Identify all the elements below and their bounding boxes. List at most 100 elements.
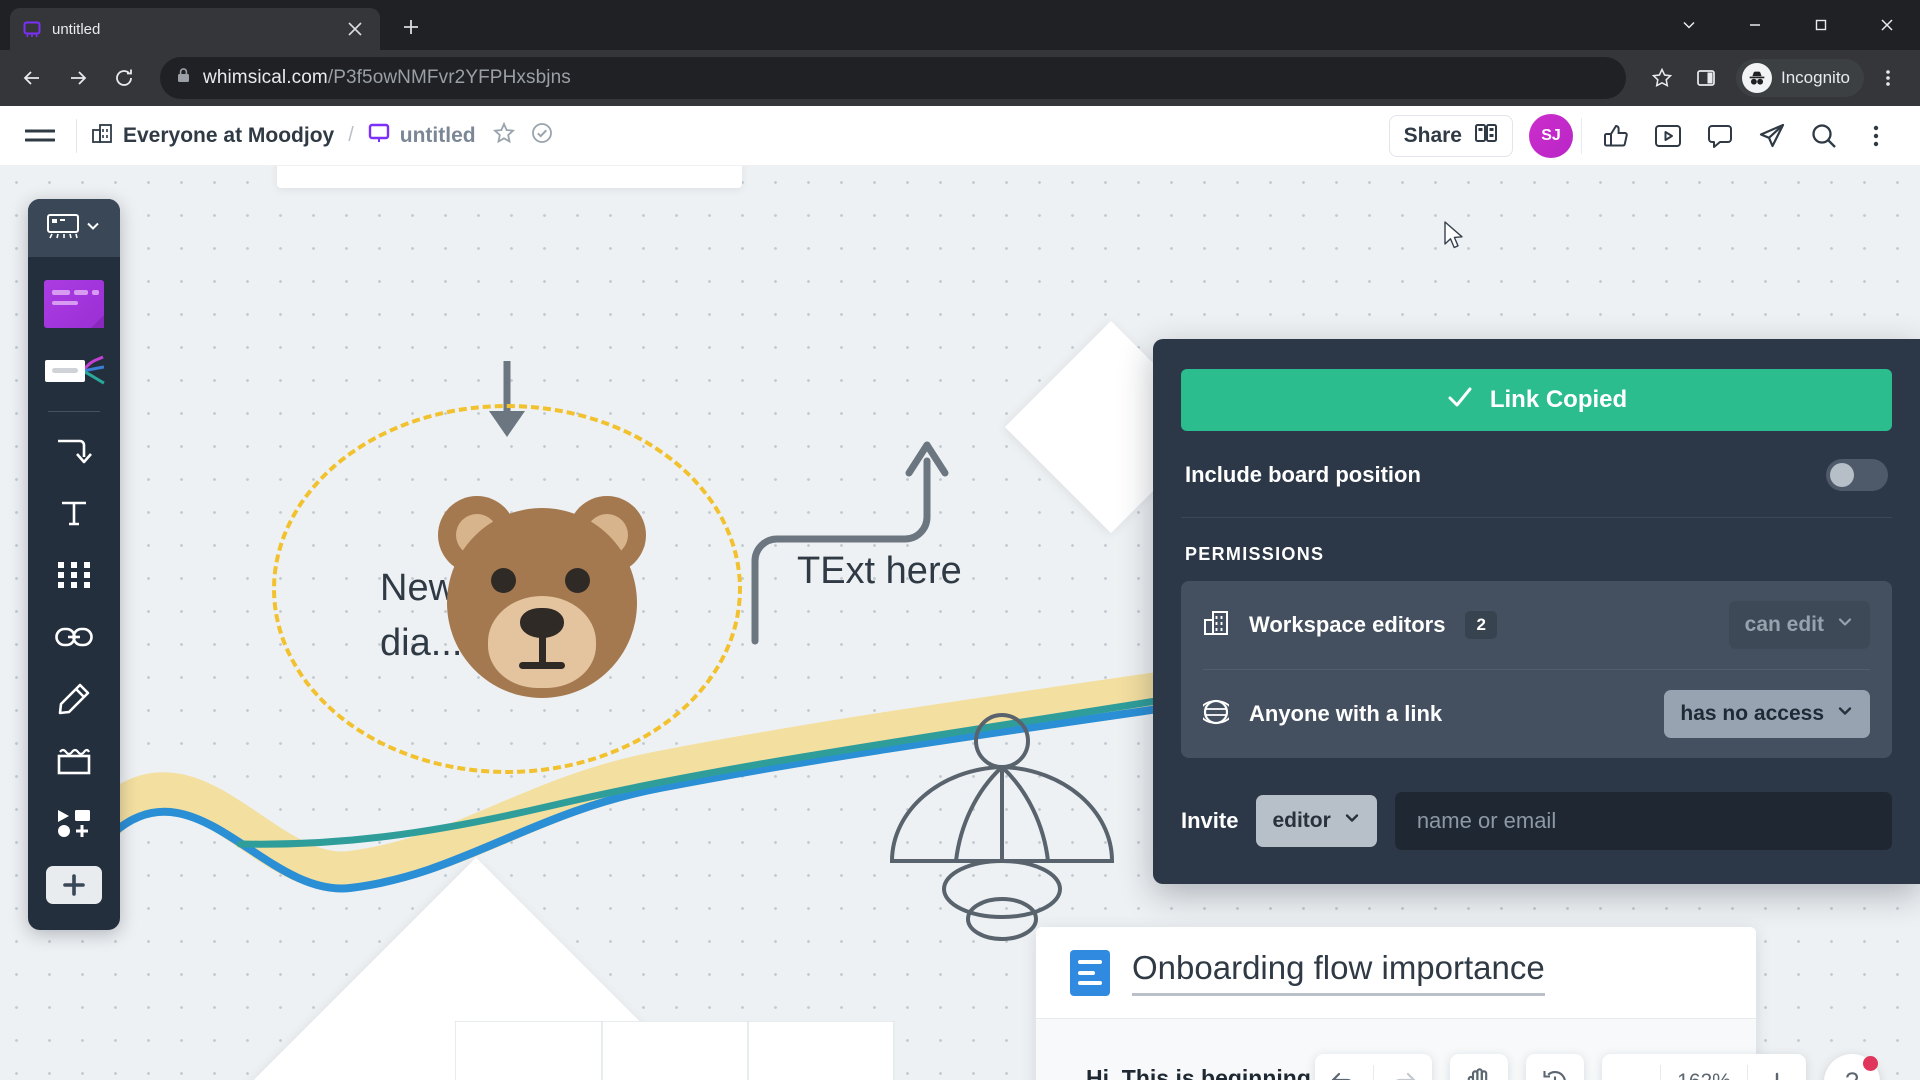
permission-name: Anyone with a link [1249,701,1443,726]
maximize-icon[interactable] [1788,0,1854,50]
zoom-level[interactable]: 162% [1661,1070,1747,1080]
undo-redo-group [1315,1054,1432,1080]
browser-tab[interactable]: untitled [10,8,380,50]
history-icon[interactable] [1526,1054,1584,1080]
frame-tool[interactable] [38,730,110,792]
reload-icon[interactable] [104,58,144,98]
three-dot-menu-icon[interactable] [1868,58,1908,98]
window-controls [1656,0,1920,50]
invite-email-input[interactable]: name or email [1394,792,1892,850]
hand-tool-group [1450,1054,1508,1080]
app-header: Everyone at Moodjoy / untitled Share SJ [0,106,1920,166]
canvas-rect-top[interactable] [277,166,742,188]
grid-tool[interactable] [38,544,110,606]
bear-sticker[interactable] [438,496,646,698]
minimize-icon[interactable] [1722,0,1788,50]
include-board-position-row[interactable]: Include board position [1181,431,1892,517]
board-canvas[interactable]: New dia... TExt here Onboarding flow imp… [0,166,1920,1080]
incognito-label: Incognito [1781,68,1850,87]
browser-toolbar: whimsical.com/P3f5owNMFvr2YFPHxsbjns Inc… [0,50,1920,106]
chevron-down-icon[interactable] [84,217,102,240]
whimsical-icon [22,19,42,39]
breadcrumb-workspace[interactable]: Everyone at Moodjoy [123,124,334,148]
forward-arrow-icon[interactable] [58,58,98,98]
zoom-group: 162% [1602,1054,1806,1080]
text-tool[interactable] [38,482,110,544]
chevron-down-icon [1836,702,1854,726]
building-icon [1203,610,1229,641]
zoom-out-button[interactable] [1602,1054,1660,1080]
hamburger-menu-icon[interactable] [18,114,62,158]
side-panel-icon[interactable] [1686,58,1726,98]
link-tool[interactable] [38,606,110,668]
bee-sticker[interactable] [880,711,1125,946]
send-icon[interactable] [1746,112,1798,160]
permission-count: 2 [1465,611,1497,639]
star-icon[interactable] [1642,58,1682,98]
avatar[interactable]: SJ [1529,113,1573,158]
wireframe-tool[interactable] [38,339,110,403]
history-group [1526,1054,1584,1080]
search-icon[interactable] [1798,112,1850,160]
help-button[interactable]: ? [1824,1054,1880,1080]
check-icon [1446,383,1474,418]
document-icon [1070,949,1110,996]
sticky-note-tool[interactable] [38,269,110,339]
permission-access-label: can edit [1744,613,1824,636]
canvas-table-lines [454,1020,895,1080]
permissions-list: Workspace editors 2 can edit Anyone with [1181,581,1892,758]
link-access-select[interactable]: has no access [1664,690,1870,738]
document-card-header: Onboarding flow importance [1036,927,1756,1019]
comment-icon[interactable] [1694,112,1746,160]
zoom-in-button[interactable] [1748,1054,1806,1080]
include-board-position-toggle[interactable] [1826,459,1888,491]
incognito-avatar-icon [1742,63,1772,93]
thumbs-up-icon[interactable] [1590,112,1642,160]
address-bar[interactable]: whimsical.com/P3f5owNMFvr2YFPHxsbjns [160,57,1626,99]
presentation-icon [1474,122,1498,149]
share-button-label: Share [1403,123,1462,147]
help-label: ? [1845,1068,1859,1080]
back-arrow-icon[interactable] [12,58,52,98]
permission-row-anyone-with-link[interactable]: Anyone with a link has no access [1181,670,1892,758]
present-icon[interactable] [1642,112,1694,160]
help-notification-badge [1863,1056,1878,1071]
incognito-indicator[interactable]: Incognito [1736,59,1864,97]
canvas-text-text-here[interactable]: TExt here [797,544,962,599]
redo-icon[interactable] [1374,1054,1432,1080]
breadcrumb-separator: / [348,124,354,146]
window-close-icon[interactable] [1854,0,1920,50]
three-dot-menu-icon[interactable] [1850,112,1902,160]
toolbar-board-selector[interactable] [28,199,120,257]
breadcrumb-doc-title[interactable]: untitled [400,124,476,148]
permission-access-select[interactable]: can edit [1728,601,1870,649]
hand-tool-icon[interactable] [1450,1054,1508,1080]
close-icon[interactable] [342,16,368,42]
star-icon[interactable] [492,121,516,150]
link-copied-label: Link Copied [1489,386,1628,413]
left-toolbar [28,199,120,930]
connector-tool[interactable] [38,420,110,482]
invite-role-select[interactable]: editor [1256,795,1377,847]
media-tool[interactable] [38,792,110,854]
address-bar-url: whimsical.com/P3f5owNMFvr2YFPHxsbjns [203,67,571,89]
lock-icon [176,67,191,89]
permission-row-workspace-editors[interactable]: Workspace editors 2 can edit [1181,581,1892,669]
document-title[interactable]: Onboarding flow importance [1132,949,1545,996]
add-tool[interactable] [38,854,110,916]
pen-tool[interactable] [38,668,110,730]
toolbar-divider [48,411,100,412]
invite-label: Invite [1181,808,1239,833]
new-tab-button[interactable] [394,10,428,44]
curved-arrow-annotation[interactable] [745,431,975,646]
chevron-down-icon[interactable] [1656,0,1722,50]
url-path: /P3f5owNMFvr2YFPHxsbjns [327,67,571,88]
include-board-position-label: Include board position [1185,462,1421,487]
undo-icon[interactable] [1315,1054,1373,1080]
browser-tab-strip: untitled [0,0,1920,50]
permission-name: Workspace editors [1249,612,1446,637]
url-domain: whimsical.com [203,67,328,88]
share-button[interactable]: Share [1388,114,1513,157]
chevron-down-icon [1836,613,1854,637]
link-copied-banner[interactable]: Link Copied [1181,369,1892,431]
